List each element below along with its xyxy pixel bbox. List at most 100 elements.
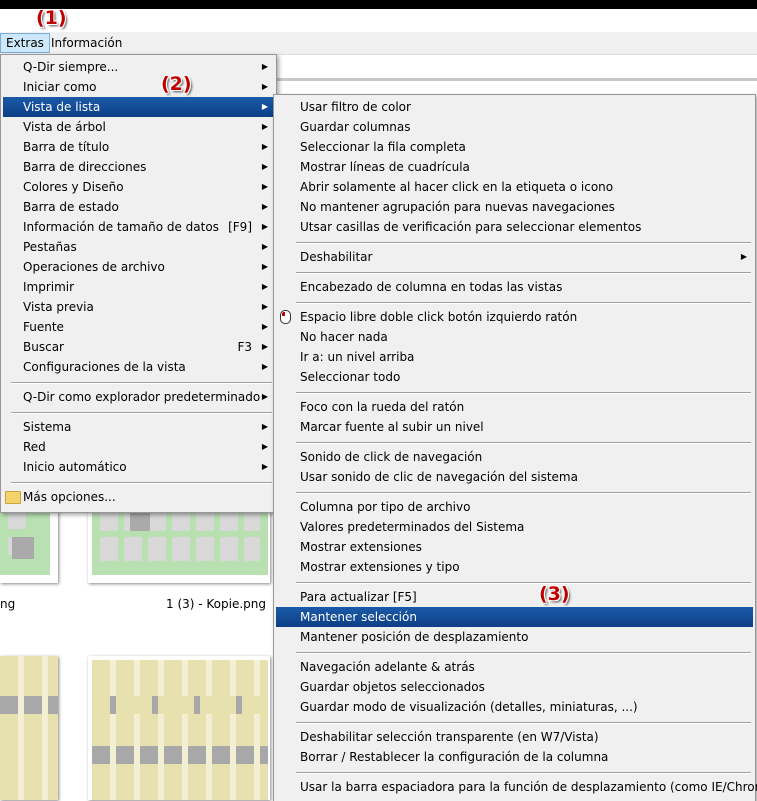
menu-item-label: Abrir solamente al hacer click en la eti… — [300, 180, 614, 194]
menu-separator — [296, 242, 751, 244]
submenu-item-mostrar-lineas-de-cuadricula[interactable]: Mostrar líneas de cuadrícula — [276, 157, 753, 177]
submenu-item-guardar-modo-de-visualizacion-detalles-m[interactable]: Guardar modo de visualización (detalles,… — [276, 697, 753, 717]
menu-item-label: Marcar fuente al subir un nivel — [300, 420, 484, 434]
menu-extras[interactable]: Extras — [0, 33, 50, 53]
submenu-item-mantener-seleccion[interactable]: Mantener selección — [276, 607, 753, 627]
file-label-left[interactable]: ng — [0, 597, 15, 611]
menu-item-barra-de-titulo[interactable]: Barra de título ▶ — [3, 137, 274, 157]
submenu-item-no-hacer-nada[interactable]: No hacer nada — [276, 327, 753, 347]
menu-separator — [296, 492, 751, 494]
submenu-item-sonido-de-click-de-navegacion[interactable]: Sonido de click de navegación — [276, 447, 753, 467]
submenu-item-abrir-solamente-al-hacer-click-en-la-eti[interactable]: Abrir solamente al hacer click en la eti… — [276, 177, 753, 197]
submenu-item-deshabilitar-seleccion-transparente-en-w[interactable]: Deshabilitar selección transparente (en … — [276, 727, 753, 747]
menu-item-inicio-automatico[interactable]: Inicio automático ▶ — [3, 457, 274, 477]
menu-separator — [11, 412, 272, 414]
menu-item-barra-de-direcciones[interactable]: Barra de direcciones ▶ — [3, 157, 274, 177]
menu-item-label: Seleccionar todo — [300, 370, 401, 384]
menu-item-mas-opciones[interactable]: Más opciones... — [3, 487, 274, 507]
folder-icon — [5, 491, 21, 504]
submenu-arrow-icon: ▶ — [261, 182, 268, 191]
menu-item-label: Navegación adelante & atrás — [300, 660, 475, 674]
submenu-item-valores-predeterminados-del-sistema[interactable]: Valores predeterminados del Sistema — [276, 517, 753, 537]
submenu-arrow-icon: ▶ — [261, 442, 268, 451]
submenu-item-borrar-restablecer-la-configuracion-de-l[interactable]: Borrar / Restablecer la configuración de… — [276, 747, 753, 767]
submenu-item-deshabilitar[interactable]: Deshabilitar ▶ — [276, 247, 753, 267]
submenu-arrow-icon: ▶ — [261, 322, 268, 331]
menu-item-barra-de-estado[interactable]: Barra de estado ▶ — [3, 197, 274, 217]
file-label-right[interactable]: 1 (3) - Kopie.png — [166, 597, 266, 611]
menu-item-iniciar-como[interactable]: Iniciar como ▶ — [3, 77, 274, 97]
submenu-item-mantener-posicion-de-desplazamiento[interactable]: Mantener posición de desplazamiento — [276, 627, 753, 647]
menu-item-label: Buscar — [23, 340, 64, 354]
submenu-item-mostrar-extensiones[interactable]: Mostrar extensiones — [276, 537, 753, 557]
menu-item-label: Deshabilitar — [300, 250, 373, 264]
menu-item-colores-y-diseno[interactable]: Colores y Diseño ▶ — [3, 177, 274, 197]
submenu-item-para-actualizar-f5[interactable]: Para actualizar [F5] — [276, 587, 753, 607]
menu-item-label: Iniciar como — [23, 80, 97, 94]
submenu-arrow-icon: ▶ — [261, 202, 268, 211]
menu-item-fuente[interactable]: Fuente ▶ — [3, 317, 274, 337]
menu-item-configuraciones-de-la-vista[interactable]: Configuraciones de la vista ▶ — [3, 357, 274, 377]
menu-item-vista-de-arbol[interactable]: Vista de árbol ▶ — [3, 117, 274, 137]
menu-item-q-dir-siempre[interactable]: Q-Dir siempre... ▶ — [3, 57, 274, 77]
menu-item-red[interactable]: Red ▶ — [3, 437, 274, 457]
submenu-arrow-icon: ▶ — [261, 342, 268, 351]
menu-item-label: Utsar casillas de verificación para sele… — [300, 220, 642, 234]
submenu-item-espacio-libre-doble-click-boton-izquierd[interactable]: Espacio libre doble click botón izquierd… — [276, 307, 753, 327]
menu-separator — [296, 442, 751, 444]
menu-separator — [296, 392, 751, 394]
menu-item-buscar[interactable]: Buscar F3 ▶ — [3, 337, 274, 357]
menu-item-label: Mantener selección — [300, 610, 417, 624]
submenu-arrow-icon: ▶ — [261, 62, 268, 71]
menu-item-label: Configuraciones de la vista — [23, 360, 186, 374]
address-bar-edge — [276, 78, 757, 81]
menu-item-imprimir[interactable]: Imprimir ▶ — [3, 277, 274, 297]
thumbnail-1[interactable] — [0, 505, 58, 583]
menu-separator — [11, 482, 272, 484]
submenu-arrow-icon: ▶ — [261, 422, 268, 431]
submenu-item-foco-con-la-rueda-del-raton[interactable]: Foco con la rueda del ratón — [276, 397, 753, 417]
submenu-arrow-icon: ▶ — [261, 122, 268, 131]
submenu-item-marcar-fuente-al-subir-un-nivel[interactable]: Marcar fuente al subir un nivel — [276, 417, 753, 437]
menu-item-vista-de-lista[interactable]: Vista de lista ▶ — [3, 97, 274, 117]
menu-item-label: Q-Dir como explorador predeterminado — [23, 390, 261, 404]
submenu-item-no-mantener-agrupacion-para-nuevas-naveg[interactable]: No mantener agrupación para nuevas naveg… — [276, 197, 753, 217]
menu-item-operaciones-de-archivo[interactable]: Operaciones de archivo ▶ — [3, 257, 274, 277]
menu-item-label: Colores y Diseño — [23, 180, 124, 194]
menu-item-label: Para actualizar [F5] — [300, 590, 417, 604]
submenu-arrow-icon: ▶ — [261, 282, 268, 291]
submenu-item-ir-a-un-nivel-arriba[interactable]: Ir a: un nivel arriba — [276, 347, 753, 367]
thumbnail-4[interactable] — [88, 656, 270, 800]
submenu-item-guardar-objetos-seleccionados[interactable]: Guardar objetos seleccionados — [276, 677, 753, 697]
annotation-1: (1) — [36, 7, 67, 29]
submenu-arrow-icon: ▶ — [261, 392, 268, 401]
menu-item-label: Foco con la rueda del ratón — [300, 400, 465, 414]
menu-item-label: Borrar / Restablecer la configuración de… — [300, 750, 609, 764]
menu-item-label: Pestañas — [23, 240, 77, 254]
thumbnail-3[interactable] — [0, 656, 58, 800]
submenu-item-encabezado-de-columna-en-todas-las-vista[interactable]: Encabezado de columna en todas las vista… — [276, 277, 753, 297]
menu-item-label: Q-Dir siempre... — [23, 60, 119, 74]
menu-item-label: Usar filtro de color — [300, 100, 411, 114]
mouse-icon — [280, 310, 291, 324]
menu-item-sistema[interactable]: Sistema ▶ — [3, 417, 274, 437]
thumbnail-2[interactable] — [88, 505, 270, 583]
menu-informacion[interactable]: Información — [46, 34, 127, 52]
submenu-item-seleccionar-todo[interactable]: Seleccionar todo — [276, 367, 753, 387]
menu-item-pestanas[interactable]: Pestañas ▶ — [3, 237, 274, 257]
menu-item-q-dir-como-explorador-predeterminado[interactable]: Q-Dir como explorador predeterminado ▶ — [3, 387, 274, 407]
submenu-item-navegacion-adelante-atras[interactable]: Navegación adelante & atrás — [276, 657, 753, 677]
submenu-item-usar-filtro-de-color[interactable]: Usar filtro de color — [276, 97, 753, 117]
submenu-item-utsar-casillas-de-verificacion-para-sele[interactable]: Utsar casillas de verificación para sele… — [276, 217, 753, 237]
submenu-item-mostrar-extensiones-y-tipo[interactable]: Mostrar extensiones y tipo — [276, 557, 753, 577]
menu-item-informacion-de-tamano-de-datos[interactable]: Información de tamaño de datos [F9] ▶ — [3, 217, 274, 237]
submenu-item-usar-la-barra-espaciadora-para-la-funcio[interactable]: Usar la barra espaciadora para la funció… — [276, 777, 757, 797]
submenu-item-guardar-columnas[interactable]: Guardar columnas — [276, 117, 753, 137]
menu-separator — [296, 652, 751, 654]
menu-item-vista-previa[interactable]: Vista previa ▶ — [3, 297, 274, 317]
menu-item-label: Guardar objetos seleccionados — [300, 680, 485, 694]
submenu-item-usar-sonido-de-clic-de-navegacion-del-si[interactable]: Usar sonido de clic de navegación del si… — [276, 467, 753, 487]
annotation-2: (2) — [161, 73, 192, 95]
submenu-item-seleccionar-la-fila-completa[interactable]: Seleccionar la fila completa — [276, 137, 753, 157]
submenu-item-columna-por-tipo-de-archivo[interactable]: Columna por tipo de archivo — [276, 497, 753, 517]
